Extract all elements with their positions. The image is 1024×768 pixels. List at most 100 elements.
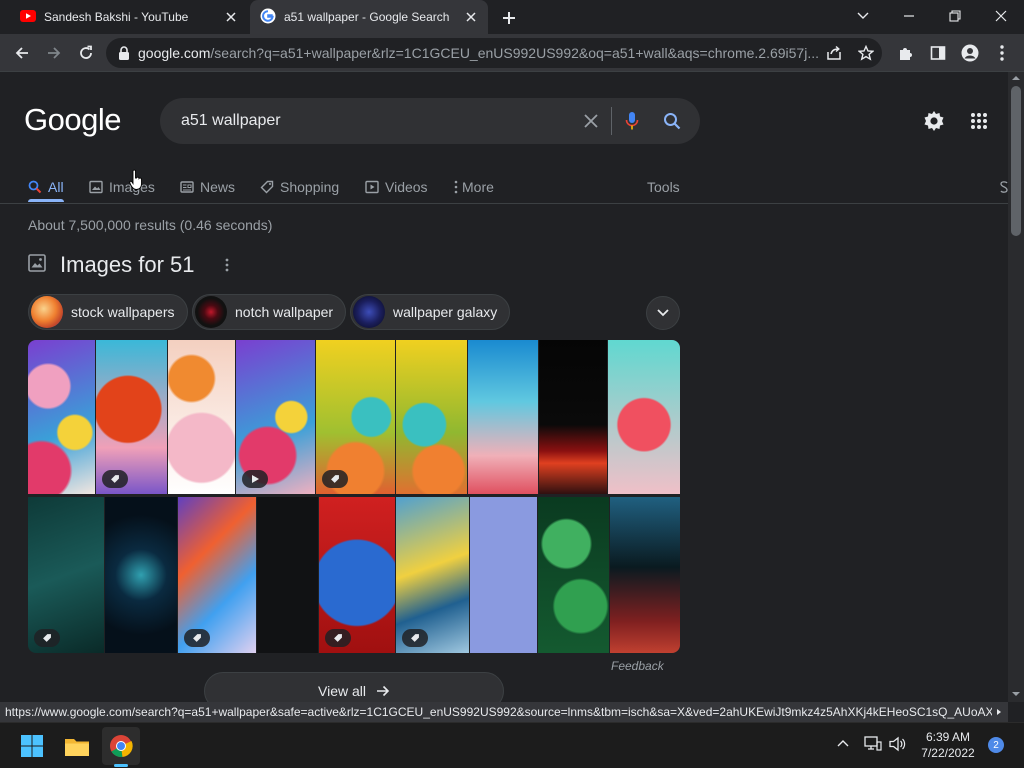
chip-label: notch wallpaper [235,304,334,320]
close-icon [995,10,1007,22]
image-thumbnail[interactable] [319,497,395,653]
browser-menu-button[interactable] [987,38,1017,68]
volume-icon[interactable] [889,736,907,757]
clear-search-button[interactable] [571,98,611,144]
tab-more[interactable]: More [454,172,494,202]
image-thumbnail[interactable] [257,497,318,653]
google-apps-button[interactable] [970,112,990,132]
image-thumbnail[interactable] [236,340,315,494]
chip-stock-wallpapers[interactable]: stock wallpapers [28,294,188,330]
search-icon [664,113,681,130]
image-thumbnail[interactable] [178,497,256,653]
restore-icon [949,10,961,22]
feedback-link[interactable]: Feedback [611,659,664,673]
image-thumbnail[interactable] [610,497,680,653]
tab-all[interactable]: All [28,172,64,202]
tab-google-search[interactable]: a51 wallpaper - Google Search [250,0,488,34]
tab-images[interactable]: Images [89,172,155,202]
image-thumbnail[interactable] [608,340,680,494]
shopping-badge [325,629,351,647]
extensions-button[interactable] [891,38,921,68]
notification-badge[interactable]: 2 [988,737,1004,753]
expand-chips-button[interactable] [646,296,680,330]
tab-youtube[interactable]: Sandesh Bakshi - YouTube [8,0,248,34]
video-icon [365,180,379,194]
tag-icon [260,180,274,194]
images-heading[interactable]: Images for 51 [60,252,195,278]
browser-toolbar: google.com/search?q=a51+wallpaper&rlz=1C… [0,34,1024,72]
tools-label: Tools [647,179,680,195]
start-button[interactable] [13,727,51,765]
mouse-cursor [129,169,143,196]
side-panel-button[interactable] [923,38,953,68]
tab-search-button[interactable] [840,0,886,32]
back-button[interactable] [7,38,37,68]
image-thumbnail[interactable] [168,340,235,494]
forward-button[interactable] [39,38,69,68]
google-logo[interactable]: Google [24,102,121,138]
image-thumbnail[interactable] [470,497,537,653]
address-bar[interactable]: google.com/search?q=a51+wallpaper&rlz=1C… [106,38,882,68]
chrome-taskbar-button[interactable] [102,727,140,767]
image-thumbnail[interactable] [396,340,467,494]
image-thumbnail[interactable] [539,340,607,494]
view-all-button[interactable]: View all [204,672,504,702]
star-icon[interactable] [850,45,882,61]
profile-button[interactable] [955,38,985,68]
tag-icon [111,475,119,483]
image-results-grid [28,340,680,653]
share-icon[interactable] [818,45,850,61]
tab-news[interactable]: News [180,172,235,202]
images-options-button[interactable] [222,256,232,274]
lock-icon [118,46,130,60]
chip-wallpaper-galaxy[interactable]: wallpaper galaxy [350,294,511,330]
tools-button[interactable]: Tools [647,172,680,202]
image-thumbnail[interactable] [105,497,177,653]
image-thumbnail[interactable] [396,497,469,653]
image-thumbnail[interactable] [28,340,95,494]
image-thumbnail[interactable] [28,497,104,653]
search-box[interactable]: a51 wallpaper [160,98,700,144]
more-vert-icon [454,180,458,194]
search-input[interactable]: a51 wallpaper [160,112,571,130]
file-explorer-button[interactable] [58,727,96,765]
image-thumbnail[interactable] [468,340,538,494]
taskbar-clock[interactable]: 6:39 AM 7/22/2022 [912,729,984,761]
news-icon [180,180,194,194]
tab-videos[interactable]: Videos [365,172,428,202]
network-icon[interactable] [864,736,882,757]
plus-icon [503,12,515,24]
image-icon [89,180,103,194]
chevron-down-icon [657,309,669,317]
minimize-button[interactable] [886,0,932,32]
close-tab-icon[interactable] [460,6,482,28]
settings-button[interactable] [922,109,948,135]
restore-button[interactable] [932,0,978,32]
reload-button[interactable] [71,38,101,68]
image-thumbnail[interactable] [96,340,167,494]
page-scrollbar[interactable] [1008,72,1024,702]
close-window-button[interactable] [978,0,1024,32]
shopping-badge [102,470,128,488]
close-tab-icon[interactable] [220,6,242,28]
chevron-down-icon [857,12,869,19]
scroll-up-icon[interactable] [1008,72,1024,84]
scroll-thumb[interactable] [1011,86,1021,236]
show-hidden-icons-button[interactable] [836,735,850,753]
url-path: /search?q=a51+wallpaper&rlz=1C1GCEU_enUS… [210,45,818,61]
url-text[interactable]: google.com/search?q=a51+wallpaper&rlz=1C… [138,45,818,61]
search-button[interactable] [652,98,692,144]
tab-label: All [48,179,64,195]
chip-notch-wallpaper[interactable]: notch wallpaper [192,294,347,330]
puzzle-icon [900,48,912,60]
scroll-down-icon[interactable] [1008,688,1024,700]
tab-shopping[interactable]: Shopping [260,172,339,202]
image-thumbnail[interactable] [538,497,609,653]
safesearch-button[interactable] [1000,172,1008,202]
shopping-badge [34,629,60,647]
new-tab-button[interactable] [498,7,520,29]
running-indicator [114,764,128,767]
voice-search-button[interactable] [612,98,652,144]
image-thumbnail[interactable] [316,340,395,494]
chip-label: wallpaper galaxy [393,304,498,320]
